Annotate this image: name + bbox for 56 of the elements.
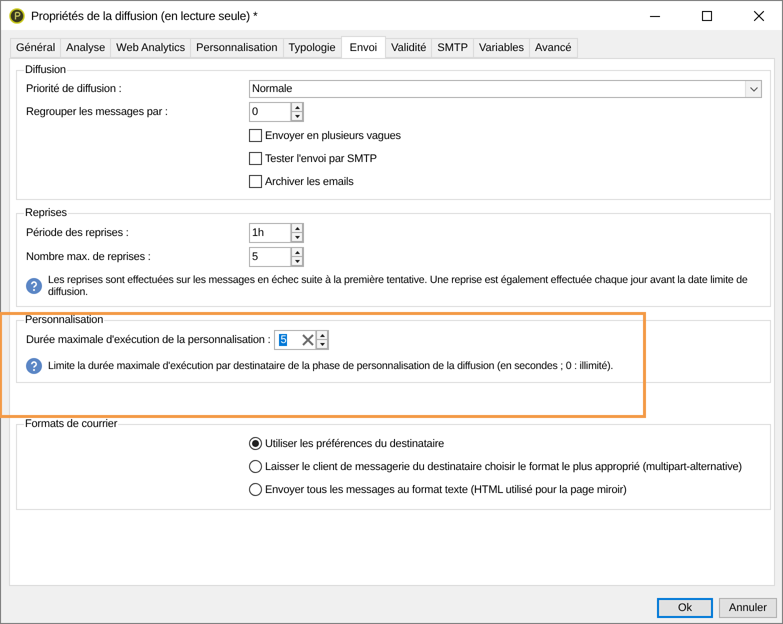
field-label: Durée maximale d'exécution de la personnalisation : bbox=[26, 334, 272, 346]
help-icon bbox=[26, 278, 42, 294]
group-title: Diffusion bbox=[24, 64, 67, 76]
spin-field[interactable]: 0 bbox=[249, 102, 304, 122]
checkbox[interactable] bbox=[249, 152, 262, 165]
checkbox[interactable] bbox=[249, 129, 262, 142]
radio-button[interactable] bbox=[249, 483, 262, 496]
maximize-icon[interactable] bbox=[702, 10, 712, 20]
field-label: Période des reprises : bbox=[26, 227, 130, 239]
tab[interactable]: SMTP bbox=[431, 38, 473, 58]
radio-button[interactable] bbox=[249, 460, 262, 473]
spin-field[interactable]: 5 bbox=[249, 247, 304, 267]
spin-field[interactable]: 5 bbox=[274, 330, 330, 350]
tab[interactable]: Validité bbox=[386, 38, 432, 58]
field-label: Nombre max. de reprises : bbox=[26, 251, 152, 263]
spin-up-icon[interactable] bbox=[320, 334, 325, 336]
spin-field[interactable]: 1h bbox=[249, 223, 304, 243]
help-text: Les reprises sont effectuées sur les messages en échec suite à la première tentative. Une reprise est également effectuée chaque jour avant la date limite de diffusion. bbox=[48, 274, 749, 298]
radio-label: Utiliser les préférences du destinataire bbox=[265, 438, 444, 450]
spin-up-icon[interactable] bbox=[294, 250, 300, 254]
tab[interactable]: Typologie bbox=[282, 38, 341, 58]
tab[interactable]: Général bbox=[10, 38, 60, 58]
spin-up-icon[interactable] bbox=[294, 226, 300, 230]
tab[interactable]: Web Analytics bbox=[110, 38, 190, 58]
ok-button[interactable]: Ok bbox=[657, 598, 713, 618]
group-title: Reprises bbox=[24, 207, 68, 219]
help-text: Limite la durée maximale d'exécution par destinataire de la phase de personnalisation de la diffusion (en secondes ; 0 : illimité). bbox=[48, 360, 614, 372]
radio-label: Envoyer tous les messages au format texte (HTML utilisé pour la page miroir) bbox=[265, 484, 627, 496]
spin-down-icon[interactable] bbox=[294, 236, 300, 238]
checkbox-label: Tester l'envoi par SMTP bbox=[265, 152, 377, 164]
field-label: Priorité de diffusion : bbox=[26, 83, 122, 95]
checkbox[interactable] bbox=[249, 175, 262, 188]
tab[interactable]: Personnalisation bbox=[190, 38, 283, 58]
window-title: Propriétés de la diffusion (en lecture seule) * bbox=[31, 8, 259, 22]
tab[interactable]: Variables bbox=[472, 38, 530, 58]
chevron-down-icon bbox=[750, 86, 758, 92]
field-label: Regrouper les messages par : bbox=[26, 106, 169, 118]
checkbox-label: Envoyer en plusieurs vagues bbox=[265, 130, 401, 142]
tab[interactable]: Analyse bbox=[60, 38, 110, 58]
spin-down-icon[interactable] bbox=[294, 260, 300, 262]
group-title: Formats de courrier bbox=[24, 418, 118, 430]
tab[interactable]: Avancé bbox=[529, 38, 578, 58]
radio-label: Laisser le client de messagerie du destinataire choisir le format le plus approprié (multipart-alternative) bbox=[265, 460, 742, 472]
group-title: Personnalisation bbox=[24, 314, 104, 326]
tab[interactable]: Envoi bbox=[340, 36, 386, 58]
help-icon bbox=[26, 358, 42, 374]
close-icon[interactable] bbox=[754, 10, 764, 20]
priority-dropdown[interactable]: Normale bbox=[249, 80, 762, 98]
spin-up-icon[interactable] bbox=[294, 106, 300, 108]
clear-icon[interactable] bbox=[302, 334, 314, 346]
spin-down-icon[interactable] bbox=[294, 114, 300, 118]
cancel-button[interactable]: Annuler bbox=[719, 598, 777, 618]
spin-down-icon[interactable] bbox=[320, 342, 325, 346]
app-icon bbox=[9, 8, 25, 24]
radio-button[interactable] bbox=[249, 437, 262, 450]
checkbox-label: Archiver les emails bbox=[265, 176, 354, 188]
